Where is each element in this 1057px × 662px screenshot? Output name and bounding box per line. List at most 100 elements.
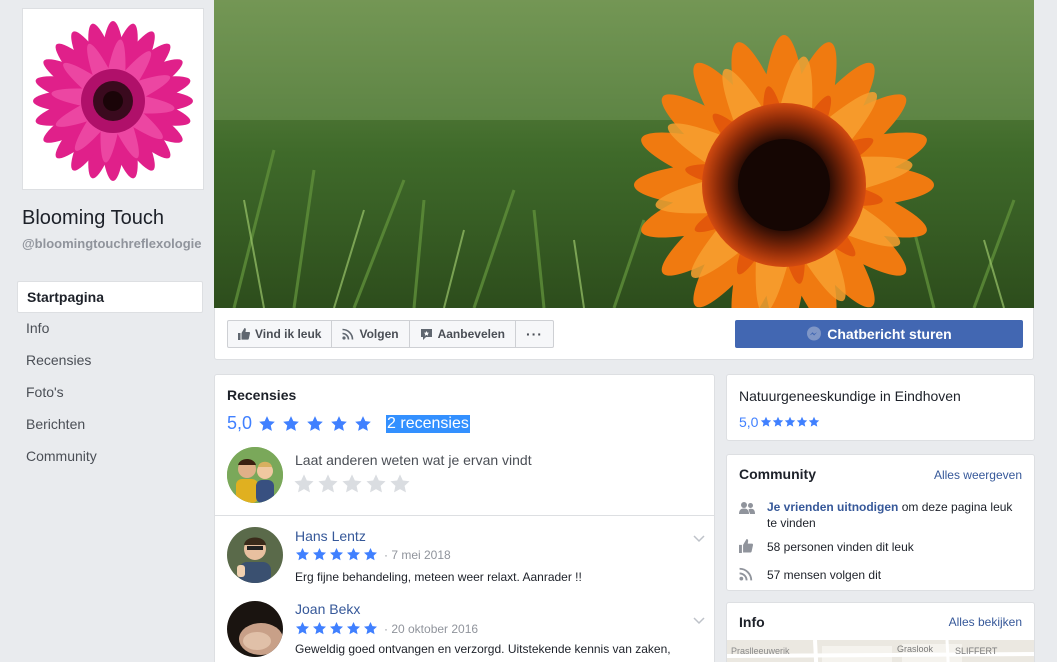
nav-item-community[interactable]: Community (17, 441, 203, 473)
rss-icon (342, 328, 354, 340)
star-icon (364, 621, 377, 635)
community-card: Community Alles weergeven Je vrienden ui… (726, 454, 1035, 591)
star-icon (283, 415, 299, 431)
nav-item-berichten[interactable]: Berichten (17, 409, 203, 441)
nav-item-startpagina[interactable]: Startpagina (17, 281, 203, 313)
more-options-label: ··· (525, 326, 543, 342)
orange-gerbera-image (214, 0, 1034, 308)
star-icon (307, 415, 323, 431)
follow-label: Volgen (359, 327, 399, 341)
star-icon (797, 416, 808, 427)
invite-friends-row: Je vrienden uitnodigen om deze pagina le… (767, 499, 1025, 531)
empty-star-icon[interactable] (317, 473, 339, 495)
review-date[interactable]: · 20 oktober 2016 (384, 622, 478, 636)
star-icon (259, 415, 275, 431)
star-icon (296, 547, 309, 561)
rating-input[interactable] (293, 473, 411, 495)
star-icon (355, 415, 371, 431)
map-label: Praslleeuwerik (731, 646, 790, 656)
star-icon (313, 547, 326, 561)
about-rating[interactable]: 5,0 (739, 414, 820, 430)
map-label: SLIFFERT (955, 646, 998, 656)
map-label: Graslook (897, 644, 934, 654)
review-rating: · 20 oktober 2016 (295, 621, 478, 636)
invite-friends-link[interactable]: Je vrienden uitnodigen (767, 500, 898, 514)
reviews-count-link[interactable]: 2 recensies (386, 414, 470, 433)
cover-photo[interactable] (214, 0, 1034, 308)
recommend-button[interactable]: Aanbevelen (410, 321, 516, 347)
star-icon (330, 621, 343, 635)
page-nav: Startpagina Info Recensies Foto's Berich… (17, 281, 203, 473)
profile-picture[interactable] (22, 8, 204, 190)
page-category[interactable]: Natuurgeneeskundige in Eindhoven (739, 388, 961, 404)
follow-button[interactable]: Volgen (332, 321, 410, 347)
invite-friends-icon (739, 501, 755, 520)
like-label: Vind ik leuk (255, 327, 322, 341)
star-icon (330, 547, 343, 561)
current-user-avatar[interactable] (227, 447, 283, 503)
star-icon (364, 547, 377, 561)
nav-item-fotos[interactable]: Foto's (17, 377, 203, 409)
recommend-label: Aanbevelen (437, 327, 505, 341)
reviewer-name[interactable]: Hans Lentz (295, 528, 366, 544)
review-date[interactable]: · 7 mei 2018 (384, 548, 451, 562)
reviewer-avatar[interactable] (227, 601, 283, 657)
rss-icon (739, 567, 753, 586)
send-message-button[interactable]: Chatbericht sturen (735, 320, 1023, 348)
chevron-down-icon[interactable] (693, 530, 705, 548)
review-rating: · 7 mei 2018 (295, 547, 451, 562)
star-icon (331, 415, 347, 431)
star-icon (761, 416, 772, 427)
star-icon (347, 547, 360, 561)
reviews-rating: 5,0 (227, 413, 253, 433)
empty-star-icon[interactable] (389, 473, 411, 495)
messenger-icon (807, 326, 822, 341)
about-rating-value: 5,0 (739, 414, 759, 430)
avatar-photo (227, 601, 283, 657)
reviews-card: Recensies 5,0 2 recensies Laat anderen w… (214, 374, 715, 662)
community-title: Community (739, 466, 816, 482)
star-icon (296, 621, 309, 635)
likes-count: 58 personen vinden dit leuk (767, 540, 914, 554)
avatar-photo (227, 527, 283, 583)
info-title: Info (739, 614, 765, 630)
star-icon (347, 621, 360, 635)
reviews-stars (258, 415, 372, 433)
community-see-all-link[interactable]: Alles weergeven (934, 468, 1022, 482)
empty-star-icon[interactable] (293, 473, 315, 495)
page-handle[interactable]: @bloomingtouchreflexologie (22, 236, 208, 252)
empty-star-icon[interactable] (365, 473, 387, 495)
star-icon (809, 416, 820, 427)
info-card: Info Alles bekijken Praslleeuwerik Grasl… (726, 602, 1035, 662)
page-action-buttons: Vind ik leuk Volgen Aanbevelen ··· (227, 320, 554, 348)
review-text: Geweldig goed ontvangen en verzorgd. Uit… (295, 642, 671, 656)
page-title[interactable]: Blooming Touch (22, 207, 164, 230)
divider (215, 515, 714, 516)
like-button[interactable]: Vind ik leuk (228, 321, 333, 347)
reviewer-name[interactable]: Joan Bekx (295, 601, 360, 617)
about-summary-card: Natuurgeneeskundige in Eindhoven 5,0 (726, 374, 1035, 441)
more-options-button[interactable]: ··· (516, 321, 553, 347)
star-icon (785, 416, 796, 427)
recommend-icon (420, 328, 432, 340)
reviewer-avatar[interactable] (227, 527, 283, 583)
thumbs-up-icon (238, 328, 250, 340)
send-message-label: Chatbericht sturen (827, 326, 952, 342)
nav-item-info[interactable]: Info (17, 313, 203, 345)
pink-gerbera-image (23, 9, 203, 189)
empty-star-icon[interactable] (341, 473, 363, 495)
nav-item-recensies[interactable]: Recensies (17, 345, 203, 377)
chevron-down-icon[interactable] (693, 612, 705, 630)
star-icon (773, 416, 784, 427)
avatar-photo (227, 447, 283, 503)
thumbs-up-icon (739, 539, 754, 558)
review-prompt: Laat anderen weten wat je ervan vindt (295, 452, 532, 468)
about-rating-stars (760, 416, 820, 428)
star-icon (313, 621, 326, 635)
page-action-bar: Vind ik leuk Volgen Aanbevelen ··· Chatb… (214, 308, 1034, 360)
info-see-all-link[interactable]: Alles bekijken (949, 615, 1022, 629)
reviews-summary: 5,0 2 recensies (227, 413, 470, 434)
review-text: Erg fijne behandeling, meteen weer relax… (295, 570, 582, 584)
reviews-title: Recensies (227, 387, 297, 403)
location-map[interactable]: Praslleeuwerik Graslook SLIFFERT (727, 639, 1034, 662)
